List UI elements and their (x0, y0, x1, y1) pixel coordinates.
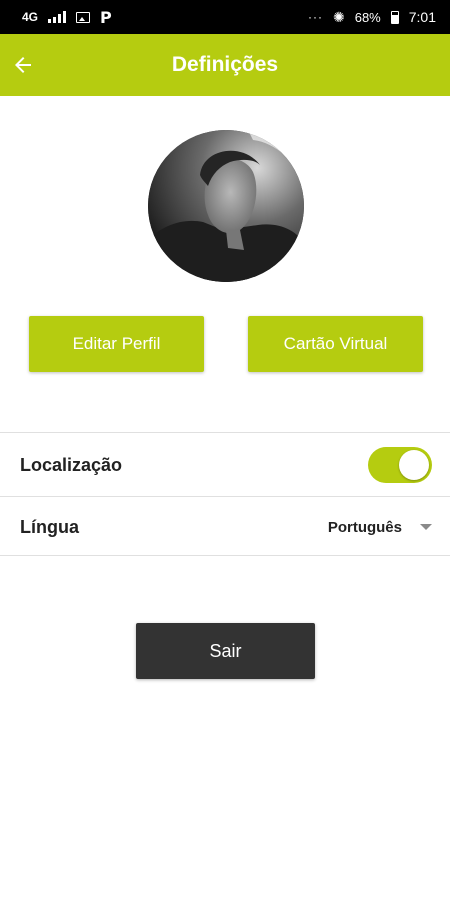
page-title: Definições (171, 53, 279, 76)
status-bar: 4G P ··· ✺ 68% 7:01 (0, 0, 450, 34)
location-row: Localização (0, 434, 450, 496)
virtual-card-button[interactable]: Cartão Virtual (248, 316, 423, 372)
image-icon (76, 11, 91, 23)
status-right: ··· ✺ 68% 7:01 (308, 9, 436, 26)
divider (0, 555, 450, 556)
language-row: Língua Português (0, 496, 450, 558)
battery-percent: 68% (354, 9, 381, 25)
app-notification-icon: P (100, 7, 112, 27)
language-select[interactable]: Português (328, 519, 432, 536)
status-left: 4G P (22, 8, 112, 27)
battery-icon (390, 10, 399, 24)
language-label: Língua (20, 516, 79, 537)
edit-profile-button[interactable]: Editar Perfil (29, 316, 204, 372)
language-value: Português (327, 518, 402, 536)
overflow-dots: ··· (307, 10, 323, 24)
caret-down-icon (420, 524, 432, 530)
clock: 7:01 (408, 9, 436, 25)
arrow-left-icon (15, 57, 31, 73)
back-button[interactable] (8, 49, 38, 81)
location-label: Localização (20, 454, 123, 475)
exit-button[interactable]: Sair (136, 623, 315, 679)
app-bar: Definições (0, 34, 450, 96)
avatar-photo (148, 130, 304, 282)
avatar (148, 130, 304, 282)
gear-icon: ✺ (332, 8, 345, 25)
divider (0, 432, 450, 433)
toggle-knob (399, 450, 429, 480)
signal-icon (48, 11, 67, 23)
location-toggle[interactable] (368, 447, 432, 483)
network-type: 4G (22, 10, 39, 24)
